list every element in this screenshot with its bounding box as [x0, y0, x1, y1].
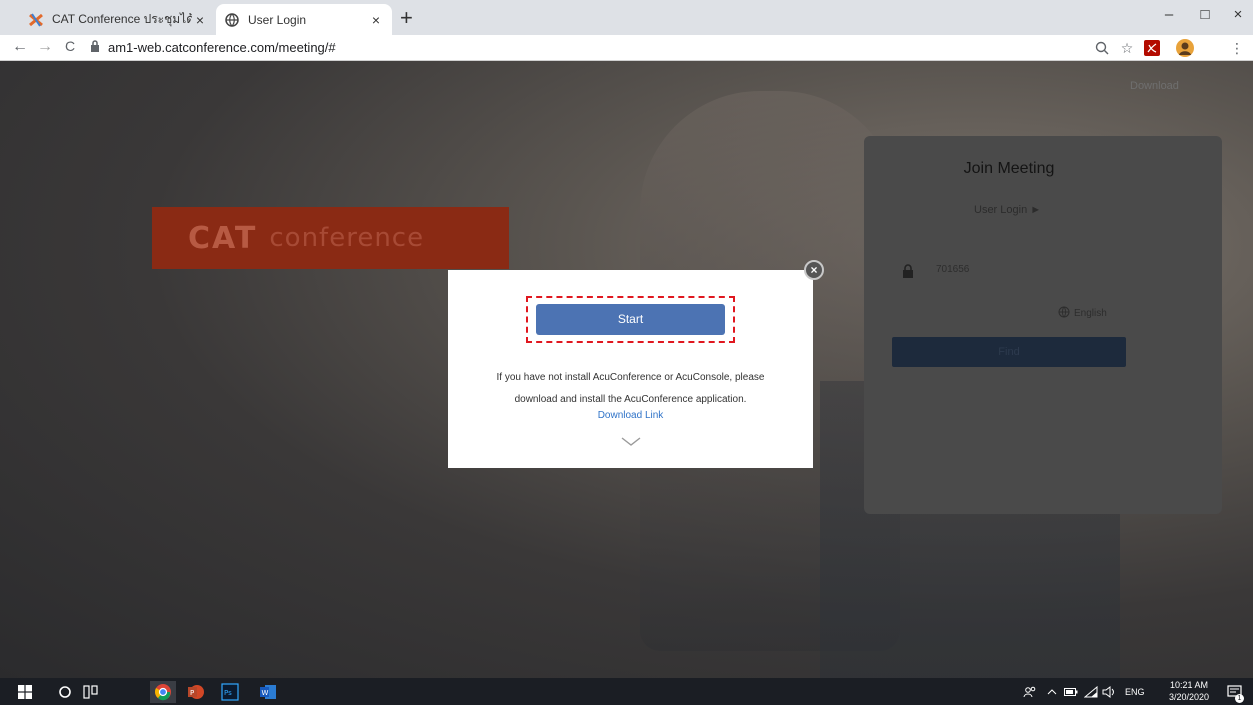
- browser-tab-bar: CAT Conference ประชุมได้ใช้ยืดจ่ายใ × Us…: [0, 0, 1253, 35]
- window-close-button[interactable]: ×: [1228, 6, 1248, 23]
- svg-text:W: W: [262, 689, 269, 697]
- lock-icon: [90, 39, 100, 55]
- back-button[interactable]: ←: [10, 38, 30, 56]
- volume-icon[interactable]: [1101, 681, 1117, 703]
- powerpoint-taskbar-icon[interactable]: P: [184, 681, 208, 703]
- language-label: English: [1074, 308, 1107, 319]
- new-tab-button[interactable]: +: [400, 6, 413, 30]
- svg-text:Ps: Ps: [224, 689, 232, 697]
- maximize-button[interactable]: □: [1195, 6, 1215, 23]
- tab-close-icon[interactable]: ×: [192, 12, 208, 28]
- join-meeting-panel: Join Meeting User Login ► 701656 English…: [864, 136, 1222, 514]
- tab-cat-conference[interactable]: CAT Conference ประชุมได้ใช้ยืดจ่ายใ ×: [20, 4, 216, 35]
- chrome-taskbar-icon[interactable]: [150, 681, 176, 703]
- globe-icon: [224, 12, 240, 28]
- input-language-indicator[interactable]: ENG: [1125, 687, 1145, 697]
- user-login-link[interactable]: User Login ►: [974, 204, 1041, 216]
- browser-toolbar: ← → C am1-web.catconference.com/meeting/…: [0, 35, 1253, 61]
- download-link[interactable]: Download Link: [448, 410, 813, 421]
- logo-brand: CAT: [188, 220, 258, 256]
- tab-title: User Login: [248, 12, 307, 27]
- url-text: am1-web.catconference.com/meeting/#: [108, 39, 336, 55]
- search-icon[interactable]: [54, 681, 76, 703]
- notification-count-badge: 1: [1235, 694, 1244, 703]
- notification-center-icon[interactable]: 1: [1224, 681, 1246, 703]
- clock-time[interactable]: 10:21 AM: [1166, 680, 1212, 690]
- zoom-icon[interactable]: [1092, 38, 1112, 58]
- svg-text:P: P: [190, 689, 194, 697]
- task-view-icon[interactable]: [80, 681, 102, 703]
- cat-conference-logo: CAT conference: [152, 207, 509, 269]
- address-bar[interactable]: am1-web.catconference.com/meeting/#: [90, 36, 1090, 58]
- wifi-icon[interactable]: [1083, 681, 1099, 703]
- padlock-icon: [902, 264, 914, 278]
- chevron-down-icon[interactable]: [620, 435, 642, 447]
- windows-start-icon[interactable]: [14, 681, 36, 703]
- meeting-id-input[interactable]: 701656: [936, 264, 969, 275]
- battery-icon[interactable]: [1063, 681, 1079, 703]
- word-taskbar-icon[interactable]: W: [256, 681, 280, 703]
- pdf-extension-icon[interactable]: [1142, 38, 1162, 58]
- minimize-button[interactable]: –: [1159, 6, 1179, 23]
- meeting-page: Download CAT conference Join Meeting Use…: [0, 61, 1253, 678]
- cat-conference-favicon-icon: [28, 12, 44, 28]
- reload-button[interactable]: C: [60, 38, 80, 54]
- install-message-line1: If you have not install AcuConference or…: [496, 372, 765, 383]
- tab-user-login[interactable]: User Login ×: [216, 4, 392, 35]
- start-button[interactable]: Start: [536, 304, 725, 335]
- install-message-line2: download and install the AcuConference a…: [514, 394, 747, 405]
- tab-close-icon[interactable]: ×: [368, 12, 384, 28]
- language-globe-icon: [1058, 306, 1070, 321]
- chevron-up-icon[interactable]: [1045, 681, 1059, 703]
- find-button[interactable]: Find: [892, 337, 1126, 367]
- forward-button[interactable]: →: [35, 38, 55, 56]
- join-meeting-title: Join Meeting: [963, 160, 1055, 177]
- photoshop-taskbar-icon[interactable]: Ps: [218, 681, 242, 703]
- install-message: If you have not install AcuConference or…: [448, 367, 813, 411]
- modal-close-button[interactable]: ×: [804, 260, 824, 280]
- clock-date[interactable]: 3/20/2020: [1166, 692, 1212, 702]
- start-modal: Start If you have not install AcuConfere…: [448, 270, 813, 468]
- browser-menu-icon[interactable]: ⋮: [1227, 38, 1247, 58]
- bookmark-star-icon[interactable]: ☆: [1117, 38, 1137, 58]
- tab-title: CAT Conference ประชุมได้ใช้ยืดจ่ายใ: [52, 12, 192, 26]
- logo-suffix: conference: [269, 223, 425, 253]
- people-icon[interactable]: [1022, 681, 1038, 703]
- windows-taskbar: P Ps W ENG 10:21 AM 3/20/2020 1: [0, 678, 1253, 705]
- language-selector[interactable]: English: [1058, 306, 1107, 321]
- top-download-link[interactable]: Download: [1130, 80, 1179, 92]
- profile-avatar-icon[interactable]: [1175, 38, 1195, 58]
